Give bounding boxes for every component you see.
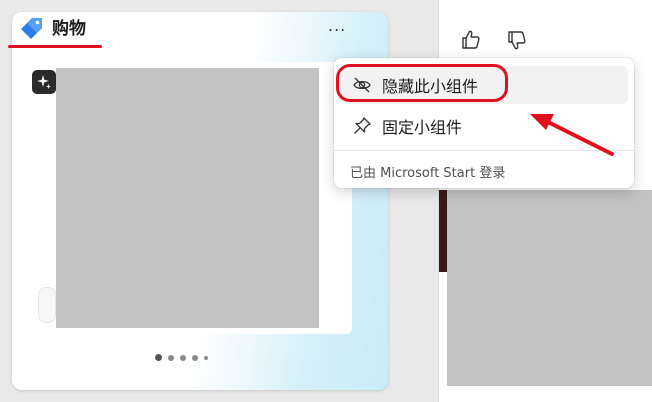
product-image[interactable] — [56, 68, 319, 328]
news-image[interactable] — [447, 190, 652, 386]
carousel-dot[interactable] — [155, 354, 162, 361]
carousel-dot[interactable] — [192, 354, 198, 361]
carousel-prev-button[interactable] — [38, 287, 56, 323]
more-options-button[interactable]: ... — [328, 18, 346, 34]
widget-title: 购物 — [52, 19, 86, 39]
signed-in-status: 已由 Microsoft Start 登录 — [350, 166, 506, 181]
price-tag-icon — [21, 18, 42, 39]
sparkle-icon — [32, 70, 56, 94]
carousel-dot[interactable] — [168, 354, 174, 361]
thumbs-up-icon[interactable] — [459, 28, 483, 52]
pin-icon — [354, 117, 371, 134]
carousel-dot[interactable] — [180, 354, 186, 361]
thumbs-down-icon[interactable] — [505, 28, 529, 52]
carousel-pagination — [155, 354, 208, 361]
annotation-highlight-ring — [336, 64, 508, 102]
annotation-arrow-icon — [530, 114, 614, 156]
menu-item-label: 固定小组件 — [382, 118, 463, 137]
carousel-dot[interactable] — [204, 355, 208, 360]
annotation-underline — [8, 45, 102, 48]
